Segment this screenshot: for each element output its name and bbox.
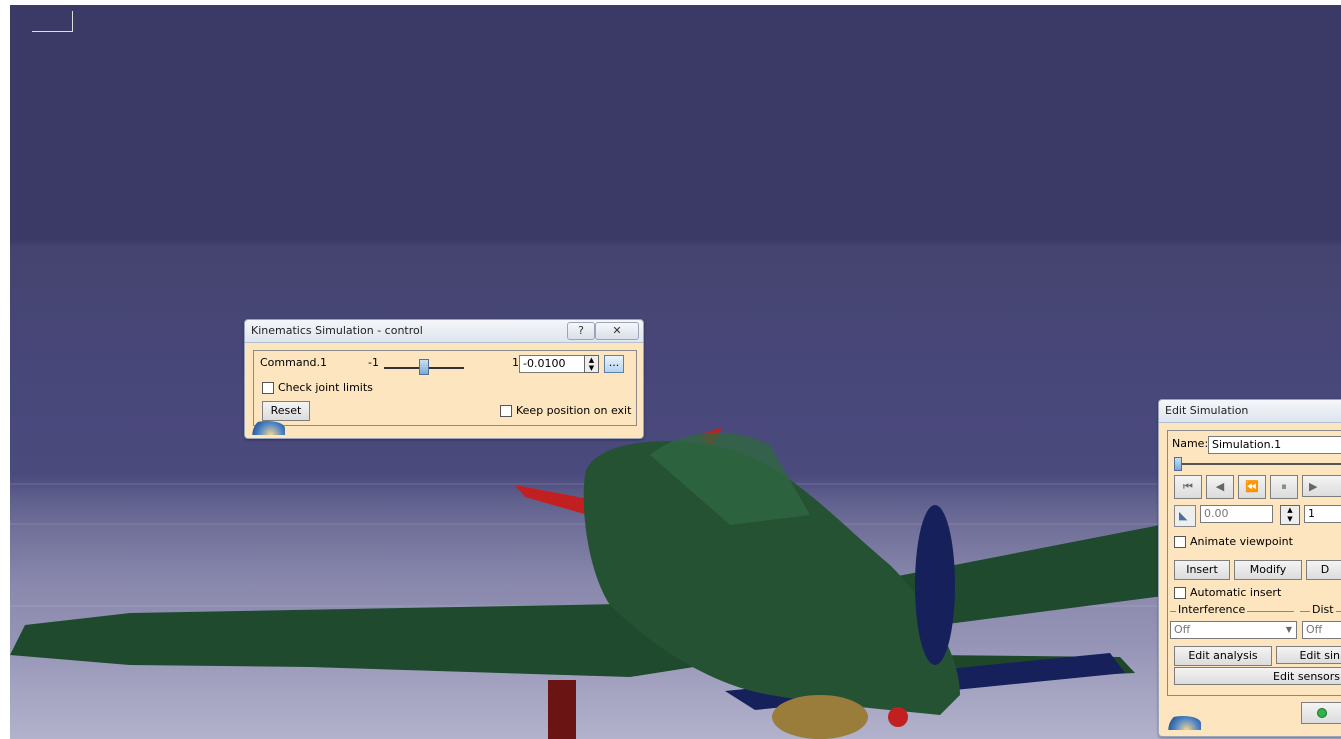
check-joint-limits-label: Check joint limits	[278, 381, 373, 394]
slider-max-label: 1	[512, 356, 519, 369]
edit-simulation-panel: Name: Simulation.1 ⏮ ◀ ⏪ ⏸ ▶ ◣ 0.00 ▲ ▼ …	[1167, 430, 1341, 696]
step-mode-icon: ◣	[1179, 509, 1188, 522]
step-backward-icon: ⏪	[1245, 480, 1259, 493]
reset-button[interactable]: Reset	[262, 401, 310, 421]
edit-sensors-button[interactable]: Edit sensors	[1174, 667, 1341, 685]
automatic-insert-label: Automatic insert	[1190, 586, 1282, 599]
checkbox-box[interactable]	[500, 404, 512, 417]
command-slider-thumb[interactable]	[418, 359, 429, 375]
modify-button[interactable]: Modify	[1234, 560, 1302, 580]
step-mode-button[interactable]: ◣	[1174, 505, 1196, 527]
airplane-model	[10, 427, 1341, 739]
play-backward-button[interactable]: ◀	[1206, 475, 1234, 499]
value-spinner[interactable]: ▲ ▼	[584, 355, 599, 373]
check-joint-limits-checkbox[interactable]: Check joint limits	[262, 381, 373, 394]
step-backward-button[interactable]: ⏪	[1238, 475, 1266, 499]
more-options-button[interactable]: ...	[604, 355, 624, 373]
edit-simulation-titlebar[interactable]: Edit Simulation	[1159, 400, 1341, 423]
pause-icon: ⏸	[1281, 480, 1287, 493]
command-slider-track[interactable]	[384, 359, 464, 375]
pause-button[interactable]: ⏸	[1270, 475, 1298, 499]
kinematics-titlebar[interactable]: Kinematics Simulation - control ? ✕	[245, 320, 643, 343]
edit-simulation-objects-button[interactable]: Edit sin	[1276, 646, 1341, 664]
ok-button[interactable]	[1301, 702, 1341, 724]
interference-value: Off	[1174, 623, 1191, 636]
interference-select[interactable]: Off ▼	[1170, 621, 1297, 639]
close-button[interactable]: ✕	[595, 322, 639, 340]
landing-gear-strut	[548, 680, 576, 739]
landing-gear-wheel	[772, 695, 868, 739]
insert-button[interactable]: Insert	[1174, 560, 1230, 580]
help-button[interactable]: ?	[567, 322, 595, 340]
skip-start-icon: ⏮	[1183, 480, 1193, 493]
checkbox-box[interactable]	[1174, 535, 1186, 548]
animate-viewpoint-checkbox[interactable]: Animate viewpoint	[1174, 535, 1293, 548]
kinematics-title: Kinematics Simulation - control	[251, 324, 423, 337]
interference-label: Interference	[1176, 603, 1248, 616]
simulation-name-input[interactable]: Simulation.1	[1208, 436, 1341, 454]
step-time-input[interactable]: 0.00	[1200, 505, 1273, 523]
delete-button[interactable]: D	[1306, 560, 1341, 580]
jump-to-start-button[interactable]: ⏮	[1174, 475, 1202, 499]
kinematics-control-dialog: Kinematics Simulation - control ? ✕ Comm…	[244, 319, 644, 439]
edit-simulation-dialog: Edit Simulation Name: Simulation.1 ⏮ ◀ ⏪…	[1158, 399, 1341, 737]
slider-min-label: -1	[368, 356, 379, 369]
step-spinner[interactable]: ▲ ▼	[1280, 505, 1300, 525]
distance-label: Dist	[1310, 603, 1336, 616]
ok-status-icon	[1317, 708, 1327, 718]
play-forward-icon: ▶	[1309, 480, 1318, 493]
play-backward-icon: ◀	[1215, 480, 1225, 493]
spinner-down-icon[interactable]: ▼	[1281, 515, 1299, 524]
command-value-input[interactable]: -0.0100	[519, 355, 586, 373]
catia-logo-icon	[1165, 716, 1201, 730]
checkbox-box[interactable]	[1174, 586, 1186, 599]
edit-simulation-title: Edit Simulation	[1165, 404, 1249, 417]
spinner-up-icon[interactable]: ▲	[585, 356, 598, 364]
animate-viewpoint-label: Animate viewpoint	[1190, 535, 1293, 548]
dropdown-arrow-icon[interactable]: ▼	[1286, 622, 1292, 638]
catia-logo-icon	[249, 421, 285, 435]
close-icon: ✕	[612, 324, 622, 337]
keep-position-checkbox[interactable]: Keep position on exit	[500, 404, 631, 417]
simulation-timeline-thumb[interactable]	[1174, 457, 1182, 471]
wheel-hub	[888, 707, 908, 727]
3d-viewport[interactable]	[10, 5, 1341, 739]
step-count-input[interactable]: 1	[1304, 505, 1341, 523]
distance-select[interactable]: Off	[1302, 621, 1341, 639]
command-label: Command.1	[260, 356, 328, 369]
play-forward-button[interactable]: ▶	[1302, 475, 1341, 497]
name-label: Name:	[1172, 437, 1209, 450]
help-icon: ?	[578, 324, 584, 337]
spinner-up-icon[interactable]: ▲	[1281, 506, 1299, 515]
checkbox-box[interactable]	[262, 381, 274, 394]
automatic-insert-checkbox[interactable]: Automatic insert	[1174, 586, 1281, 599]
rear-wheel-disc	[915, 505, 955, 665]
kinematics-command-panel: Command.1 -1 1 -0.0100 ▲ ▼ ... Check joi…	[253, 350, 637, 426]
keep-position-label: Keep position on exit	[516, 404, 632, 417]
edit-analysis-button[interactable]: Edit analysis	[1174, 646, 1272, 666]
spinner-down-icon[interactable]: ▼	[585, 364, 598, 372]
simulation-timeline-track[interactable]	[1174, 457, 1341, 471]
